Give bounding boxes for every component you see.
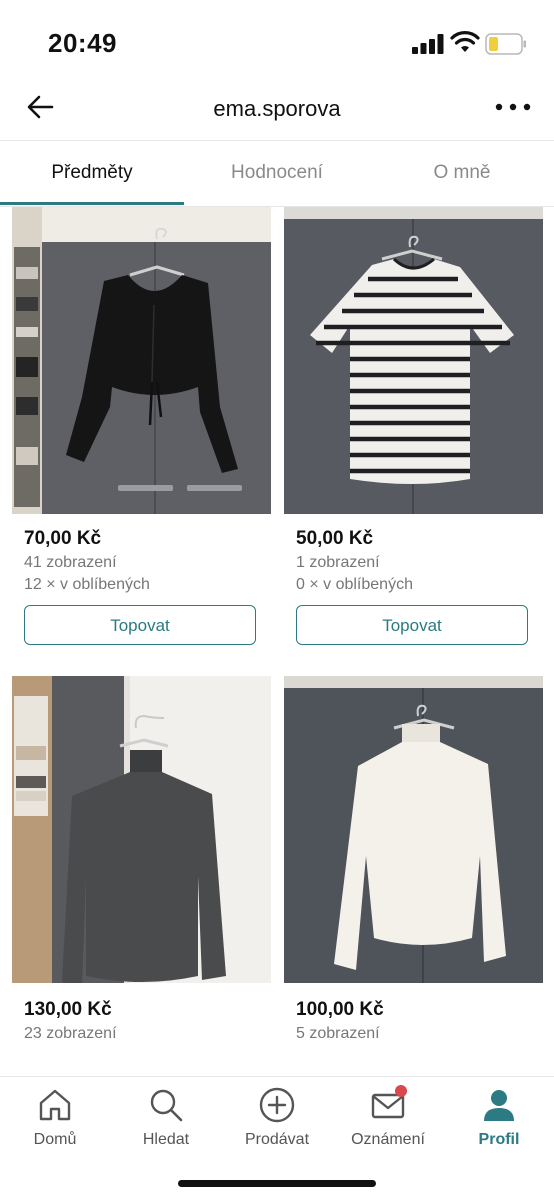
item-views: 5 zobrazení <box>296 1025 380 1042</box>
more-options-icon[interactable] <box>494 102 534 112</box>
home-indicator <box>178 1180 376 1187</box>
profile-tabs: Předměty Hodnocení O mně <box>0 140 554 207</box>
page-title: ema.sporova <box>213 96 341 121</box>
wifi-icon <box>450 31 480 52</box>
item-photo[interactable] <box>12 676 271 983</box>
item-card[interactable]: 100,00 Kč 5 zobrazení <box>284 676 543 1043</box>
home-icon <box>39 1089 71 1121</box>
nav-label: Prodávat <box>244 1131 310 1148</box>
item-favorites: 0 × v oblíbených <box>296 576 413 593</box>
tab-about-me[interactable]: O mně <box>370 162 554 184</box>
tab-ratings[interactable]: Hodnocení <box>185 162 369 184</box>
item-price: 130,00 Kč <box>24 999 112 1020</box>
item-card[interactable]: 130,00 Kč 23 zobrazení <box>12 676 271 1043</box>
item-views: 1 zobrazení <box>296 554 380 571</box>
item-price: 100,00 Kč <box>296 999 384 1020</box>
nav-item-notifications[interactable]: Oznámení <box>333 1077 443 1157</box>
signal-icon <box>412 34 444 54</box>
item-photo-white-turtleneck <box>284 676 543 983</box>
status-bar: 20:49 <box>0 0 554 88</box>
search-icon <box>150 1089 183 1122</box>
notification-badge-dot <box>395 1085 407 1097</box>
nav-label: Domů <box>33 1131 77 1148</box>
item-photo[interactable] <box>284 207 543 514</box>
nav-item-search[interactable]: Hledat <box>111 1077 221 1157</box>
top-app-bar: ema.sporova <box>0 88 554 141</box>
item-photo-striped-tshirt <box>284 207 543 514</box>
item-views: 41 zobrazení <box>24 554 117 571</box>
nav-item-home[interactable]: Domů <box>0 1077 110 1157</box>
battery-icon <box>485 33 526 55</box>
promote-button[interactable]: Topovat <box>296 605 528 645</box>
nav-label: Oznámení <box>351 1131 425 1148</box>
tab-items[interactable]: Předměty <box>0 162 184 184</box>
item-price: 70,00 Kč <box>24 528 102 549</box>
active-tab-indicator <box>0 202 184 205</box>
item-card[interactable]: 70,00 Kč 41 zobrazení 12 × v oblíbených … <box>12 207 271 645</box>
item-photo-black-crop-top <box>12 207 271 514</box>
nav-label: Profil <box>478 1131 520 1148</box>
nav-label: Hledat <box>142 1131 190 1148</box>
status-time: 20:49 <box>48 28 117 58</box>
item-views: 23 zobrazení <box>24 1025 117 1042</box>
promote-button[interactable]: Topovat <box>24 605 256 645</box>
items-grid: 70,00 Kč 41 zobrazení 12 × v oblíbených … <box>0 207 554 1075</box>
item-photo[interactable] <box>284 676 543 983</box>
item-price: 50,00 Kč <box>296 528 374 549</box>
item-favorites: 12 × v oblíbených <box>24 576 150 593</box>
item-photo-grey-turtleneck <box>12 676 271 983</box>
nav-item-sell[interactable]: Prodávat <box>222 1077 332 1157</box>
nav-item-profile[interactable]: Profil <box>444 1077 554 1157</box>
profile-icon <box>484 1090 514 1121</box>
plus-circle-icon <box>259 1087 295 1123</box>
item-card[interactable]: 50,00 Kč 1 zobrazení 0 × v oblíbených To… <box>284 207 543 645</box>
item-photo[interactable] <box>12 207 271 514</box>
